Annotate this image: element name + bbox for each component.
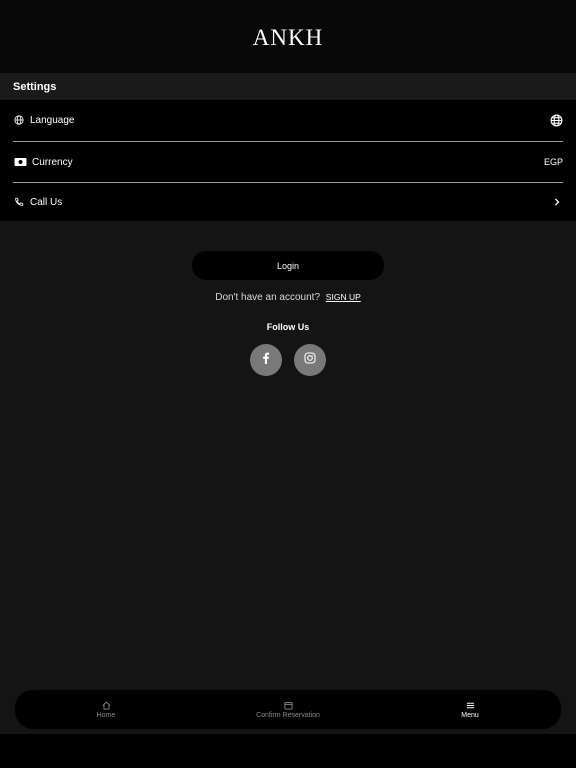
app-logo: ANKH xyxy=(252,24,324,50)
facebook-icon xyxy=(262,351,270,369)
signup-link[interactable]: SIGN UP xyxy=(326,292,361,302)
nav-item-home[interactable]: Home xyxy=(36,690,176,729)
no-account-text: Don't have an account? xyxy=(215,292,321,303)
settings-item-call-us[interactable]: Call Us xyxy=(13,182,563,222)
settings-item-label: Currency xyxy=(32,156,73,168)
calendar-icon xyxy=(283,700,293,710)
bottom-strip xyxy=(0,734,576,768)
settings-list: Language Currency EGP Call Us xyxy=(0,100,576,221)
facebook-button[interactable] xyxy=(250,344,282,376)
globe-icon[interactable] xyxy=(549,113,563,127)
signup-prompt: Don't have an account? SIGN UP xyxy=(0,292,576,303)
chevron-right-icon xyxy=(551,196,563,208)
nav-item-label: Home xyxy=(96,712,116,719)
instagram-icon xyxy=(304,351,316,369)
settings-item-currency[interactable]: Currency EGP xyxy=(13,142,563,182)
settings-item-label: Language xyxy=(30,114,75,126)
currency-value: EGP xyxy=(543,157,563,167)
nav-item-label: Menu xyxy=(461,712,479,719)
bottom-nav: Home Confirm Reservation Menu xyxy=(15,690,561,729)
settings-section-title: Settings xyxy=(0,73,576,100)
login-button[interactable]: Login xyxy=(192,251,384,280)
nav-item-menu[interactable]: Menu xyxy=(400,690,540,729)
globe-icon xyxy=(13,114,25,126)
settings-item-language[interactable]: Language xyxy=(13,100,563,140)
follow-us-title: Follow Us xyxy=(266,322,310,332)
settings-item-label: Call Us xyxy=(30,196,63,208)
menu-icon xyxy=(465,700,475,710)
money-icon xyxy=(13,156,27,168)
home-icon xyxy=(101,700,111,710)
phone-icon xyxy=(13,196,25,208)
nav-item-confirm-reservation[interactable]: Confirm Reservation xyxy=(218,690,358,729)
app-header: ANKH xyxy=(0,0,576,73)
nav-item-label: Confirm Reservation xyxy=(256,712,320,719)
instagram-button[interactable] xyxy=(294,344,326,376)
